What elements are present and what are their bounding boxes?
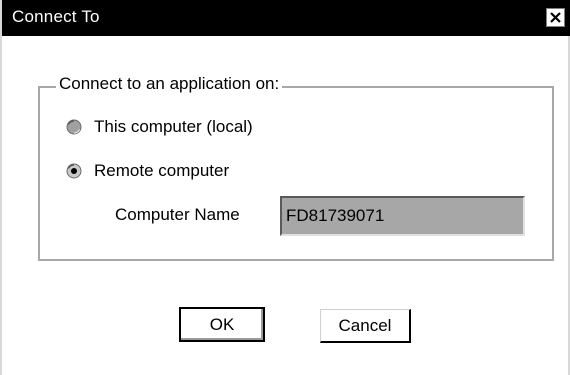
radio-remote-computer[interactable]: Remote computer — [66, 161, 229, 181]
radio-this-computer-label: This computer (local) — [94, 117, 253, 136]
computer-name-input[interactable] — [280, 196, 525, 236]
connect-to-dialog: Connect To Connect to an application on:… — [0, 0, 570, 375]
ok-button[interactable]: OK — [179, 307, 265, 342]
title-bar: Connect To — [2, 0, 570, 36]
cancel-button[interactable]: Cancel — [320, 309, 411, 343]
group-legend: Connect to an application on: — [56, 74, 283, 94]
radio-this-computer[interactable]: This computer (local) — [66, 117, 253, 137]
window-title: Connect To — [12, 7, 100, 26]
radio-remote-computer-label: Remote computer — [94, 161, 230, 180]
computer-name-label: Computer Name — [115, 205, 240, 224]
radio-unselected-icon[interactable] — [66, 119, 82, 135]
radio-selected-icon[interactable] — [66, 163, 82, 179]
close-icon — [550, 12, 561, 23]
close-button[interactable] — [546, 8, 565, 27]
